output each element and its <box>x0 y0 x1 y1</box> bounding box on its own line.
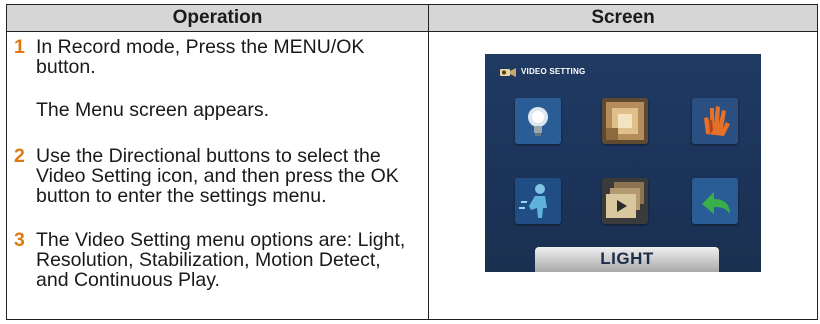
light-bulb-icon[interactable] <box>515 98 561 144</box>
video-camera-icon <box>500 68 516 77</box>
step-number: 3 <box>14 229 25 251</box>
step-text: In Record mode, Press the MENU/OK button… <box>36 36 365 78</box>
screen-cell: VIDEO SETTING LIGHT <box>428 31 818 320</box>
selected-option-label: LIGHT <box>600 249 654 268</box>
step-1-note: The Menu screen appears. <box>36 99 270 121</box>
operation-header: Operation <box>6 4 429 32</box>
selected-option-bar: LIGHT <box>535 247 719 272</box>
motion-detect-icon[interactable] <box>515 178 561 224</box>
return-icon[interactable] <box>692 178 738 224</box>
steps-cell: 1 In Record mode, Press the MENU/OK butt… <box>6 31 429 320</box>
video-setting-screenshot: VIDEO SETTING LIGHT <box>485 54 761 272</box>
screen-header: Screen <box>428 4 818 32</box>
step-number: 2 <box>14 145 25 167</box>
continuous-play-icon[interactable] <box>602 178 648 224</box>
operations-table: Operation Screen 1 In Record mode, Press… <box>6 4 818 320</box>
menu-title: VIDEO SETTING <box>521 67 586 76</box>
step-text: The Video Setting menu options are: Ligh… <box>36 229 406 291</box>
resolution-icon[interactable] <box>602 98 648 144</box>
stabilization-hand-icon[interactable] <box>692 98 738 144</box>
step-text: Use the Directional buttons to select th… <box>36 145 399 207</box>
step-number: 1 <box>14 36 25 58</box>
